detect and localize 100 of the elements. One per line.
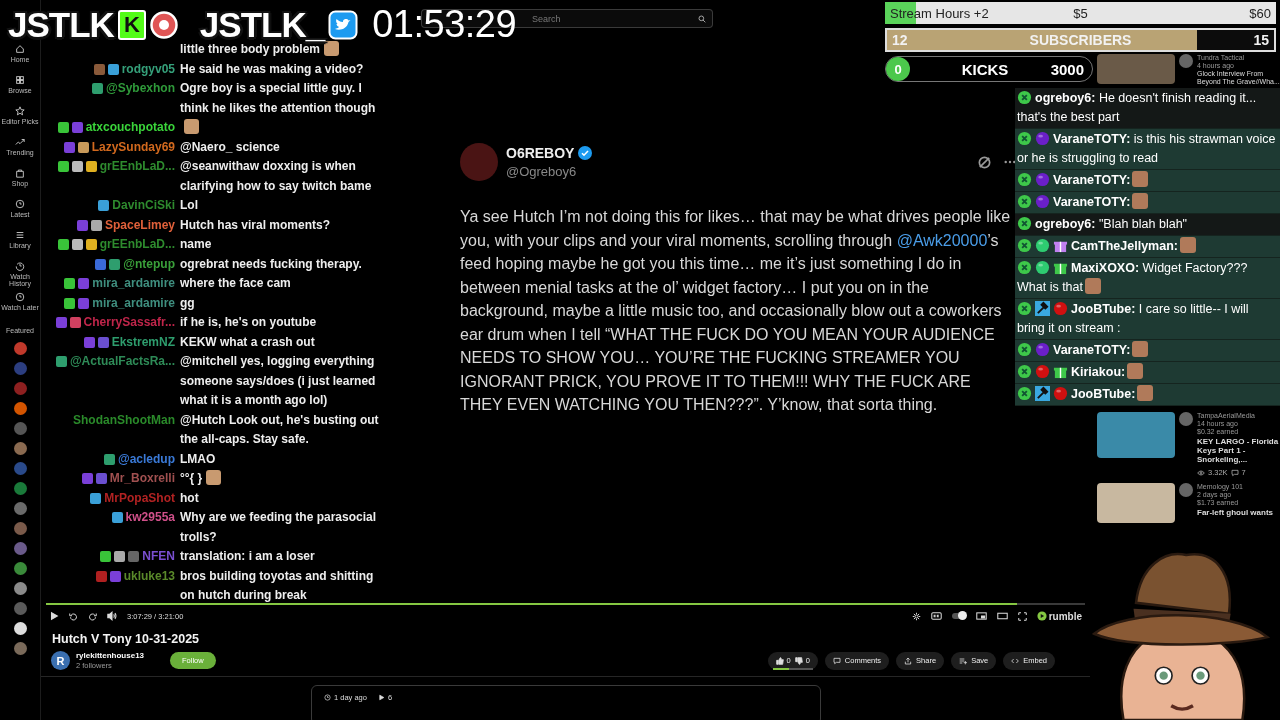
video-title[interactable]: KEY LARGO - Florida Keys Part 1 - Snorkeling,...	[1197, 437, 1280, 464]
eye-icon	[1197, 469, 1205, 477]
trending-icon	[15, 137, 25, 147]
thumbnail-placeholder[interactable]	[1097, 54, 1175, 84]
chat-message: Hutch has viral moments?	[180, 217, 331, 232]
chat-message: JooBTube: I care so little-- I will bring it on stream :	[1017, 302, 1249, 335]
volume-icon[interactable]	[107, 611, 117, 621]
play-icon	[377, 694, 385, 701]
channel-name[interactable]: rylekittenhouse13	[76, 651, 145, 660]
chat-username[interactable]: EkstremNZ	[111, 332, 175, 352]
chat-username[interactable]: @acledup	[117, 449, 175, 469]
captions-icon[interactable]	[930, 612, 942, 620]
chat-message: ogrebrat needs fucking therapy.	[180, 256, 362, 271]
chat-message: translation: i am a loser	[180, 549, 315, 563]
home-icon	[15, 44, 25, 54]
chat-username[interactable]: DavinCiSki	[112, 196, 175, 216]
chat-message: @Naero_ science	[180, 139, 280, 154]
goal-label: SUBSCRIBERS	[1029, 32, 1132, 48]
star-icon	[15, 106, 25, 116]
channel-logo: JSTLK_	[199, 4, 325, 44]
channel-avatar[interactable]	[13, 581, 27, 595]
chat-message: KEKW what a crash out	[180, 334, 315, 349]
chat-message: bros building toyotas and shitting on hutch during break	[180, 568, 374, 602]
thumbs-up-icon	[775, 656, 784, 665]
chat-message: LMAO	[180, 451, 216, 466]
bag-icon	[15, 168, 25, 178]
chat-message: Why are we feeding the parasocial trolls?	[180, 510, 377, 544]
chat-message: @mitchell yes, logging everything someone says/does (i just learned what it is a month ago lol)	[180, 354, 376, 407]
thumbs-down-icon	[794, 656, 803, 665]
chat-username[interactable]: @ActualFactsRa...	[69, 352, 175, 372]
goal-label: $5	[1073, 5, 1088, 21]
settings-icon[interactable]	[911, 611, 921, 621]
record-icon	[149, 10, 178, 39]
playlist-add-icon	[959, 656, 968, 665]
replay-icon[interactable]	[69, 611, 78, 621]
kick-logo: K	[117, 9, 146, 40]
no-sign-icon[interactable]	[977, 154, 992, 170]
mention-link[interactable]: @Awk20000	[896, 231, 988, 249]
chat-username[interactable]: atxcouchpotato	[85, 118, 175, 138]
chat-username[interactable]: mira_ardamire	[92, 274, 175, 294]
fullscreen-icon[interactable]	[1017, 611, 1027, 621]
chat-message: ogreboy6: "Blah blah blah"	[1035, 217, 1188, 231]
chat-message: °°{ }	[180, 471, 203, 485]
chat-username[interactable]: grEEnbLaD...	[99, 157, 175, 177]
logo-icon	[1036, 611, 1047, 621]
author-name[interactable]: O6REBOY	[506, 145, 575, 161]
chat-message: Lol	[180, 198, 198, 212]
chat-message: CamTheJellyman:	[1071, 239, 1178, 253]
chat-username[interactable]: Mr_Boxrelli	[109, 469, 175, 489]
chat-message: @Hutch Look out, he's busting out the all-caps. Stay safe.	[180, 412, 379, 446]
chat-username[interactable]: ShodanShootMan	[73, 410, 175, 430]
list-icon	[15, 230, 25, 240]
chat-username[interactable]: @ntepup	[123, 254, 175, 274]
video-title: Hutch V Tony 10-31-2025	[52, 632, 201, 646]
goal-target: $60	[1248, 5, 1271, 21]
more-icon[interactable]	[1004, 160, 1016, 164]
goal-start: 12	[892, 32, 909, 48]
comment-icon	[832, 656, 841, 665]
chat-message: VaraneTOTY: is this his strawman voice or he is struggling to read	[1017, 132, 1276, 165]
goal-label: KICKS	[961, 60, 1009, 78]
thumbnail-placeholder[interactable]	[1097, 483, 1175, 523]
forward-icon[interactable]	[88, 611, 97, 621]
history-icon	[15, 261, 25, 271]
author-handle[interactable]: @Ogreboy6	[506, 164, 593, 179]
channel-avatar[interactable]: R	[51, 651, 70, 670]
chat-username[interactable]: NFEN	[142, 547, 175, 567]
chat-message: if he is, he's on youtube	[180, 315, 317, 329]
chat-username[interactable]: rodgyv05	[121, 59, 175, 79]
grid-icon	[15, 75, 25, 85]
chat-username[interactable]: SpaceLimey	[104, 215, 175, 235]
chat-message: JooBTube:	[1071, 387, 1136, 401]
thumbnail-placeholder[interactable]	[1097, 412, 1175, 458]
video-title[interactable]: Far-left ghoul wants	[1197, 508, 1280, 517]
theater-icon[interactable]	[996, 612, 1008, 620]
chat-message: little three body problem	[180, 42, 320, 56]
chat-message: VaraneTOTY:	[1053, 173, 1131, 187]
chat-username[interactable]: mira_ardamire	[92, 293, 175, 313]
rumble-logo[interactable]: rumble	[1036, 610, 1082, 622]
chat-message: VaraneTOTY:	[1053, 195, 1131, 209]
channel-logo: JSTLK	[8, 4, 114, 45]
chat-message: He said he was making a video?	[180, 61, 364, 76]
chat-username[interactable]: LazySunday69	[91, 137, 175, 157]
chat-message: where the face cam	[180, 276, 291, 290]
bird-logo-icon	[328, 9, 359, 40]
toggle-switch[interactable]	[951, 613, 966, 619]
chat-message: MaxiXOXO: Widget Factory??? What is that	[1017, 261, 1248, 294]
play-icon[interactable]	[49, 611, 59, 621]
chat-message: name	[180, 237, 212, 251]
code-icon	[1011, 656, 1020, 665]
chat-username[interactable]: grEEnbLaD...	[99, 235, 175, 255]
chat-message: gg	[180, 295, 195, 310]
chat-username[interactable]: @Sybexhon	[105, 79, 175, 99]
chat-username[interactable]: kw2955a	[125, 508, 175, 528]
channel-avatar[interactable]	[13, 621, 27, 635]
chat-message: Ogre boy is a special little guy. I think he likes the attention though	[180, 81, 376, 115]
chat-username[interactable]: ukluke13	[123, 566, 175, 586]
chat-message: @seanwithaw doxxing is when clarifying how to say twitch bame	[180, 159, 372, 193]
goal-target: 3000	[1049, 60, 1084, 78]
picture-in-picture-icon[interactable]	[975, 612, 987, 620]
chat-username[interactable]: CherrySassafr...	[83, 313, 175, 333]
